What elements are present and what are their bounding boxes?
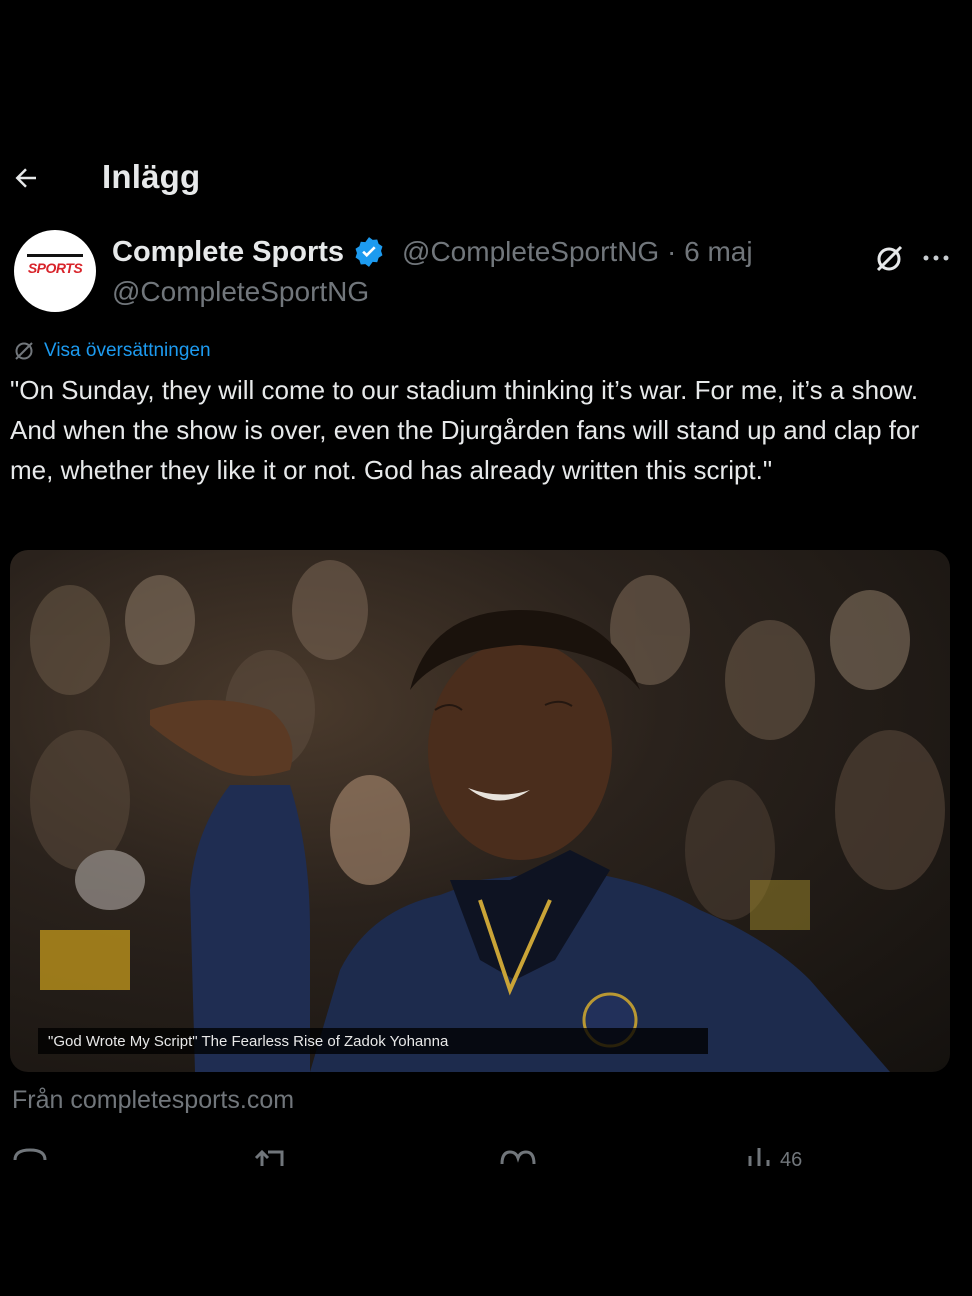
translate-label: Visa översättningen <box>44 340 211 361</box>
grok-icon <box>876 245 903 272</box>
page-title: Inlägg <box>102 158 201 195</box>
avatar[interactable]: SPORTS <box>14 230 96 312</box>
views-icon <box>748 1148 770 1166</box>
link-card-image[interactable]: "God Wrote My Script" The Fearless Rise … <box>10 550 950 1072</box>
more-dots-icon <box>923 255 949 261</box>
translate-icon <box>15 342 33 360</box>
reply-button[interactable] <box>12 1142 48 1166</box>
author-row: Complete Sports @CompleteSportNG · 6 maj <box>112 232 753 272</box>
heart-icon <box>500 1150 536 1165</box>
grok-button[interactable] <box>872 240 908 276</box>
repost-icon <box>254 1149 284 1166</box>
author-handle-time[interactable]: @CompleteSportNG · 6 maj <box>402 236 753 268</box>
repost-button[interactable] <box>252 1142 292 1166</box>
more-options-button[interactable] <box>918 240 954 276</box>
reply-icon <box>13 1148 47 1161</box>
top-bar: Inlägg <box>0 150 972 210</box>
author-handle[interactable]: @CompleteSportNG <box>112 276 369 308</box>
back-button[interactable] <box>10 162 42 194</box>
avatar-logo: SPORTS <box>21 254 89 282</box>
like-button[interactable] <box>498 1142 538 1166</box>
post-text: "On Sunday, they will come to our stadiu… <box>10 375 920 485</box>
arrow-left-icon <box>15 168 36 188</box>
player-photo <box>30 560 945 1072</box>
link-card-source[interactable]: Från completesports.com <box>12 1086 294 1115</box>
action-bar: 46 <box>0 1142 972 1166</box>
author-display-name[interactable]: Complete Sports <box>112 236 344 269</box>
views-button[interactable]: 46 <box>744 1142 802 1166</box>
verified-badge-icon <box>355 237 383 267</box>
views-count: 46 <box>780 1149 803 1166</box>
link-card-caption: "God Wrote My Script" The Fearless Rise … <box>38 1028 708 1054</box>
translate-link[interactable]: Visa översättningen <box>12 338 211 364</box>
avatar-logo-text: SPORTS <box>27 260 83 276</box>
